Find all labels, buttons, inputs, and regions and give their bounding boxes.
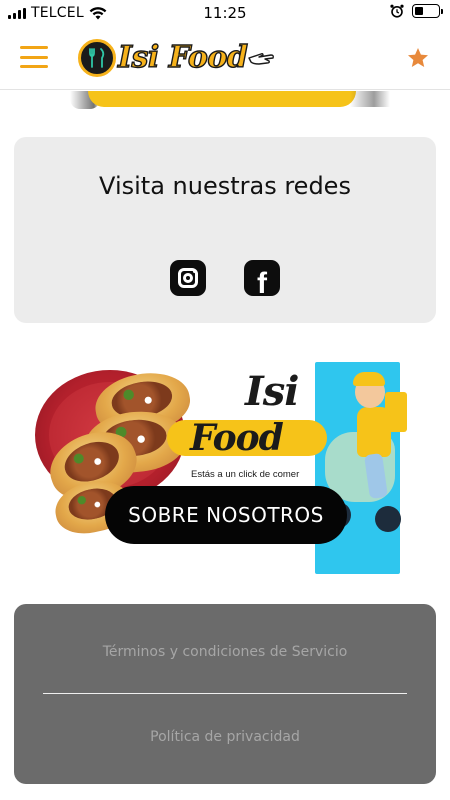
facebook-glyph: f <box>257 267 267 300</box>
status-right <box>390 4 443 18</box>
promo-banner[interactable]: Isi Food Estás a un click de comer SOBRE… <box>35 362 407 574</box>
rider-cap <box>353 372 385 386</box>
status-time: 11:25 <box>203 4 247 22</box>
banner-shadow-right <box>350 91 390 107</box>
status-bar: TELCEL 11:25 <box>0 0 450 26</box>
rider-body <box>357 407 391 457</box>
footer-card: Términos y condiciones de Servicio Polít… <box>14 604 436 784</box>
menu-button[interactable] <box>20 46 48 68</box>
star-icon[interactable] <box>406 46 430 70</box>
instagram-icon[interactable] <box>170 260 206 296</box>
social-icons: f <box>14 260 436 300</box>
banner-carousel-peek[interactable] <box>70 91 390 109</box>
facebook-icon[interactable]: f <box>244 260 280 300</box>
scooter-wheel <box>375 506 401 532</box>
hamburger-icon-line <box>20 46 48 49</box>
promo-brand-isi: Isi <box>245 368 299 415</box>
about-us-button[interactable]: SOBRE NOSOTROS <box>105 486 347 544</box>
utensils-icon <box>78 39 116 77</box>
social-title: Visita nuestras redes <box>99 172 351 200</box>
promo-brand-food: Food <box>190 417 284 459</box>
hamburger-icon-line <box>20 55 48 59</box>
hamburger-icon-line <box>20 65 48 68</box>
banner-yellow-edge <box>88 91 356 107</box>
logo-text: Isi Food <box>117 40 248 75</box>
promo-tagline: Estás a un click de comer <box>191 469 300 480</box>
battery-icon <box>412 4 443 18</box>
app-header: Isi Food <box>0 26 450 90</box>
app-logo[interactable]: Isi Food <box>78 36 277 80</box>
alarm-icon <box>390 4 404 18</box>
social-card: Visita nuestras redes f <box>14 137 436 323</box>
battery-level <box>415 7 423 15</box>
privacy-link[interactable]: Política de privacidad <box>14 729 436 745</box>
pointing-hand-icon <box>248 52 275 65</box>
footer-divider <box>43 693 407 694</box>
terms-link[interactable]: Términos y condiciones de Servicio <box>14 644 436 660</box>
